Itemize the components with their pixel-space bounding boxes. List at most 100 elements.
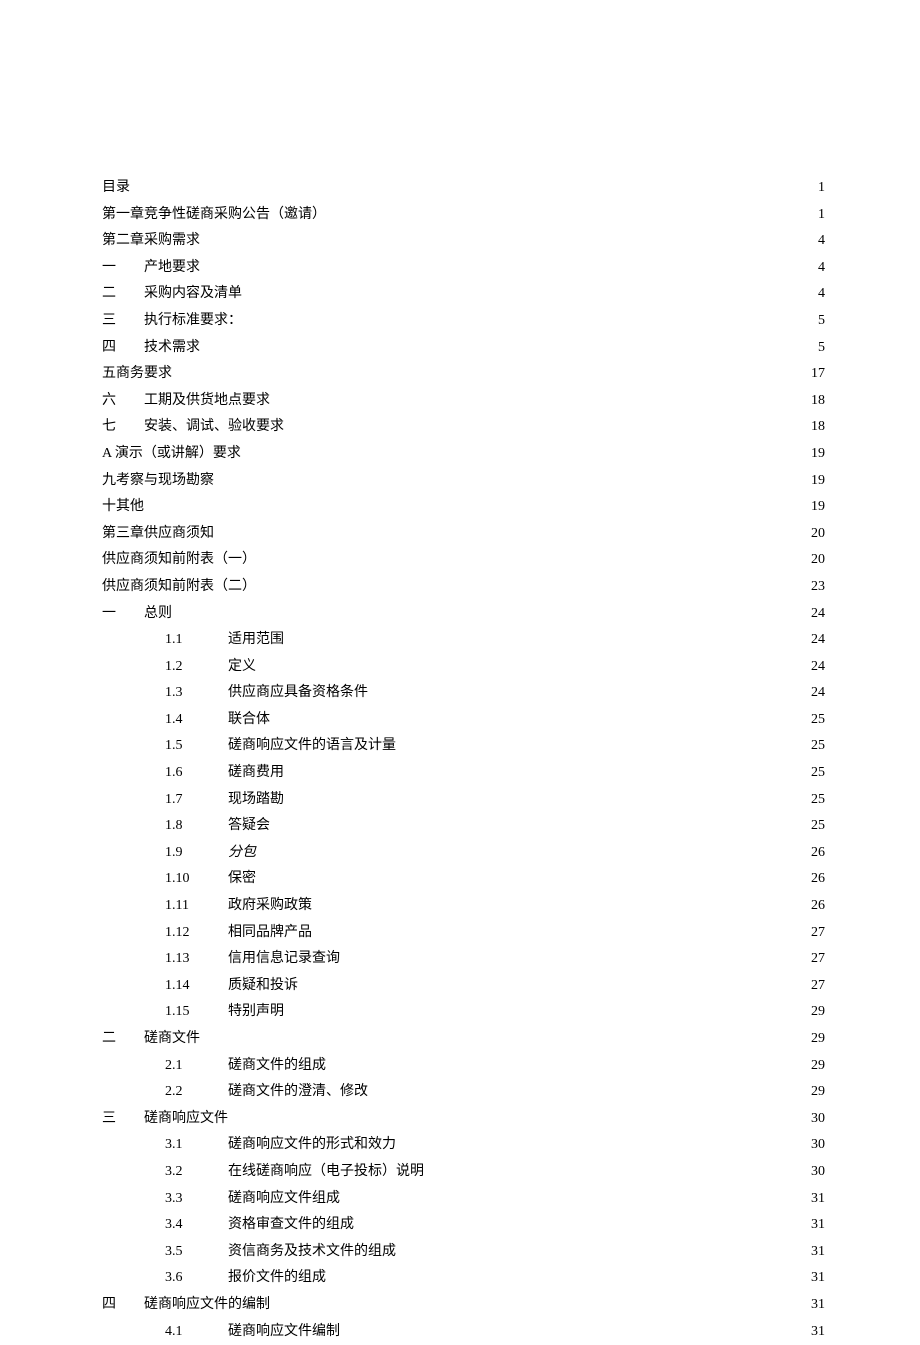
toc-page-number: 20	[811, 547, 825, 574]
toc-entry: 供应商须知前附表（一） 20	[102, 547, 825, 574]
toc-page-number: 29	[811, 1079, 825, 1106]
toc-page-number: 5	[818, 308, 825, 335]
toc-prefix: 七	[102, 414, 144, 441]
toc-prefix: 1.10	[165, 866, 228, 893]
toc-prefix: 一	[102, 601, 144, 628]
toc-label: 第一章竞争性磋商采购公告（邀请）	[102, 202, 326, 229]
toc-entry: 二磋商文件 29	[102, 1026, 825, 1053]
toc-page-number: 25	[811, 787, 825, 814]
toc-prefix: 二	[102, 1026, 144, 1053]
toc-label: 报价文件的组成	[228, 1265, 326, 1292]
toc-entry: 四技术需求5	[102, 335, 825, 362]
toc-label: 相同品牌产品	[228, 920, 312, 947]
toc-entry: 3.1磋商响应文件的形式和效力30	[102, 1132, 825, 1159]
toc-label: 执行标准要求：	[144, 308, 242, 335]
toc-label: 磋商响应文件编制	[228, 1319, 340, 1345]
toc-page-number: 18	[811, 414, 825, 441]
toc-label: 磋商文件的澄清、修改	[228, 1079, 368, 1106]
toc-prefix: 3.6	[165, 1265, 228, 1292]
toc-entry: 1.15特别声明 29	[102, 999, 825, 1026]
toc-entry: 七安装、调试、验收要求 18	[102, 414, 825, 441]
toc-label: 信用信息记录查询	[228, 946, 340, 973]
toc-label: 联合体	[228, 707, 270, 734]
toc-page-number: 31	[811, 1292, 825, 1319]
toc-page-number: 26	[811, 840, 825, 867]
toc-entry: 1.5磋商响应文件的语言及计量 25	[102, 733, 825, 760]
toc-entry: 3.4资格审查文件的组成31	[102, 1212, 825, 1239]
toc-prefix: 1.11	[165, 893, 228, 920]
toc-prefix: 3.4	[165, 1212, 228, 1239]
toc-label: 第二章采购需求	[102, 228, 200, 255]
toc-entry: 1.2定义24	[102, 654, 825, 681]
toc-page-number: 19	[811, 468, 825, 495]
toc-page-number: 31	[811, 1186, 825, 1213]
toc-entry: 供应商须知前附表（二）23	[102, 574, 825, 601]
toc-label: 适用范围	[228, 627, 284, 654]
toc-entry: 2.2磋商文件的澄清、修改 29	[102, 1079, 825, 1106]
toc-prefix: 1.6	[165, 760, 228, 787]
toc-entry: 3.5资信商务及技术文件的组成31	[102, 1239, 825, 1266]
toc-label: 供应商应具备资格条件	[228, 680, 368, 707]
toc-page-number: 18	[811, 388, 825, 415]
toc-prefix: 3.5	[165, 1239, 228, 1266]
toc-prefix: 4.1	[165, 1319, 228, 1345]
toc-label: 磋商响应文件的语言及计量	[228, 733, 396, 760]
toc-prefix: 1.15	[165, 999, 228, 1026]
toc-page-number: 27	[811, 973, 825, 1000]
toc-page-number: 1	[818, 202, 825, 229]
toc-label: 磋商文件	[144, 1026, 200, 1053]
toc-page-number: 27	[811, 946, 825, 973]
toc-page-number: 31	[811, 1239, 825, 1266]
toc-page-number: 17	[811, 361, 825, 388]
toc-prefix: 1.7	[165, 787, 228, 814]
toc-label: 答疑会	[228, 813, 270, 840]
toc-page-number: 4	[818, 228, 825, 255]
toc-prefix: 1.5	[165, 733, 228, 760]
toc-entry: 1.11政府采购政策26	[102, 893, 825, 920]
toc-label: 磋商费用	[228, 760, 284, 787]
toc-page-number: 25	[811, 813, 825, 840]
toc-page-number: 20	[811, 521, 825, 548]
table-of-contents: 目录1第一章竞争性磋商采购公告（邀请）1第二章采购需求4一产地要求4二采购内容及…	[102, 175, 825, 1345]
toc-entry: 四磋商响应文件的编制31	[102, 1292, 825, 1319]
toc-page-number: 25	[811, 733, 825, 760]
toc-page-number: 23	[811, 574, 825, 601]
toc-page-number: 31	[811, 1319, 825, 1345]
toc-prefix: 1.3	[165, 680, 228, 707]
toc-label: 特别声明	[228, 999, 284, 1026]
toc-entry: 3.6报价文件的组成 31	[102, 1265, 825, 1292]
toc-label: 磋商响应文件	[144, 1106, 228, 1133]
toc-prefix: 3.3	[165, 1186, 228, 1213]
toc-prefix: 六	[102, 388, 144, 415]
toc-page-number: 24	[811, 627, 825, 654]
toc-prefix: 三	[102, 1106, 144, 1133]
toc-prefix: 1.2	[165, 654, 228, 681]
toc-entry: 九考察与现场勘察19	[102, 468, 825, 495]
toc-entry: 十其他19	[102, 494, 825, 521]
toc-page-number: 31	[811, 1265, 825, 1292]
toc-page-number: 25	[811, 760, 825, 787]
toc-prefix: 1.4	[165, 707, 228, 734]
toc-page-number: 29	[811, 999, 825, 1026]
toc-page-number: 30	[811, 1106, 825, 1133]
toc-label: 工期及供货地点要求	[144, 388, 270, 415]
toc-label: A 演示（或讲解）要求	[102, 441, 241, 468]
toc-page-number: 30	[811, 1132, 825, 1159]
toc-prefix: 三	[102, 308, 144, 335]
toc-entry: 一总则24	[102, 601, 825, 628]
toc-label: 安装、调试、验收要求	[144, 414, 284, 441]
toc-label: 技术需求	[144, 335, 200, 362]
toc-page-number: 25	[811, 707, 825, 734]
toc-prefix: 3.1	[165, 1132, 228, 1159]
toc-label: 供应商须知前附表（一）	[102, 547, 256, 574]
toc-label: 在线磋商响应（电子投标）说明	[228, 1159, 424, 1186]
toc-entry: 1.1适用范围24	[102, 627, 825, 654]
toc-page-number: 29	[811, 1026, 825, 1053]
toc-entry: 一产地要求4	[102, 255, 825, 282]
toc-label: 磋商响应文件的编制	[144, 1292, 270, 1319]
toc-entry: 六工期及供货地点要求 18	[102, 388, 825, 415]
toc-page-number: 4	[818, 255, 825, 282]
toc-prefix: 2.2	[165, 1079, 228, 1106]
toc-entry: 第二章采购需求 4	[102, 228, 825, 255]
toc-entry: 第三章供应商须知20	[102, 521, 825, 548]
